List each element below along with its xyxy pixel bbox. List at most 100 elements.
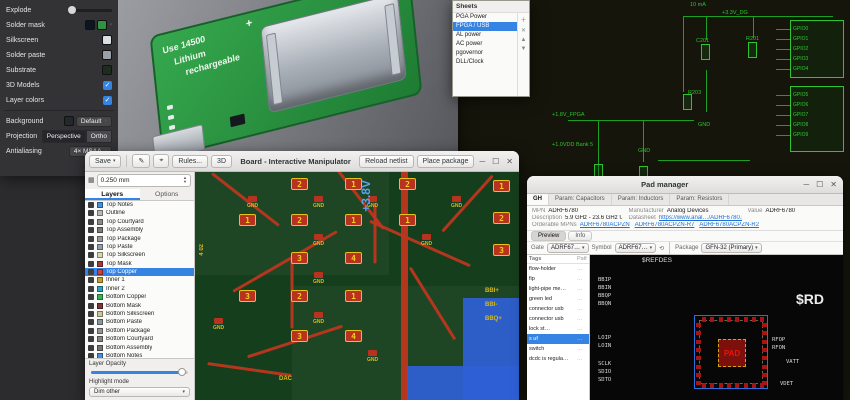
pad[interactable]: 2 <box>291 214 308 226</box>
pad[interactable]: 2 <box>493 212 510 224</box>
pool-item-row[interactable]: switch… <box>527 344 589 354</box>
layer-row[interactable]: Top Silkscreen <box>85 251 194 259</box>
spin-arrows[interactable]: ▲▼ <box>183 176 187 185</box>
solder-mask-color-swatch-2[interactable] <box>97 20 107 30</box>
pool-item-row[interactable]: dcdc is regula…… <box>527 354 589 364</box>
pad[interactable]: 3 <box>239 290 256 302</box>
sheet-list-item[interactable]: FPGA / USB <box>453 22 517 31</box>
background-color-swatch[interactable] <box>64 116 74 126</box>
save-button[interactable]: Save▾ <box>89 155 121 168</box>
layer-row[interactable]: Top Courtyard <box>85 218 194 226</box>
copper-zone[interactable] <box>407 366 519 400</box>
layer-visibility-checkbox[interactable] <box>88 277 94 283</box>
3d-models-checkbox[interactable]: ✓ <box>103 81 112 90</box>
explode-slider[interactable] <box>68 9 112 12</box>
remove-sheet-icon[interactable]: ✕ <box>521 27 526 34</box>
preview-tab[interactable]: Info <box>568 231 592 241</box>
board-canvas[interactable]: 21211342133421123GNDGNDGNDGNDGNDGNDGNDGN… <box>195 172 519 400</box>
layer-visibility-checkbox[interactable] <box>88 294 94 300</box>
layer-row[interactable]: Top Paste <box>85 243 194 251</box>
slider-knob[interactable] <box>68 6 76 14</box>
layer-visibility-checkbox[interactable] <box>88 219 94 225</box>
layer-row[interactable]: Outline <box>85 209 194 217</box>
layer-row[interactable]: Inner 1 <box>85 276 194 284</box>
close-icon[interactable]: ✕ <box>504 157 515 166</box>
solder-paste-color-swatch[interactable] <box>102 50 112 60</box>
pool-item-row[interactable]: fip… <box>527 274 589 284</box>
close-icon[interactable]: ✕ <box>828 180 839 189</box>
layer-row[interactable]: Inner 2 <box>85 285 194 293</box>
spin-down-icon[interactable]: ▼ <box>183 180 187 184</box>
gnd-pad[interactable]: GND <box>367 350 378 363</box>
3d-view-button[interactable]: 3D <box>211 155 232 168</box>
layer-row[interactable]: Bottom Mask <box>85 301 194 309</box>
schematic-component[interactable] <box>701 44 710 60</box>
pool-item-row[interactable]: connector usb… <box>527 314 589 324</box>
reload-netlist-button[interactable]: Reload netlist <box>359 155 413 168</box>
copper-trace[interactable] <box>374 204 377 264</box>
pad[interactable]: 1 <box>239 214 256 226</box>
layer-visibility-checkbox[interactable] <box>88 227 94 233</box>
pad-manager-tab[interactable]: Param: Inductors <box>612 194 671 205</box>
package-select[interactable]: GFN-32 (Primary)▾ <box>701 243 761 253</box>
minimize-icon[interactable]: ─ <box>477 157 487 166</box>
pad[interactable]: 2 <box>291 178 308 190</box>
pad-manager-tab[interactable]: Param: Resistors <box>670 194 729 205</box>
schematic-component[interactable] <box>683 94 692 110</box>
layer-visibility-checkbox[interactable] <box>88 345 94 351</box>
pad[interactable]: 2 <box>399 178 416 190</box>
sheet-list-item[interactable]: DLL/Clock <box>453 58 517 67</box>
layer-row[interactable]: Bottom Copper <box>85 293 194 301</box>
layer-visibility-checkbox[interactable] <box>88 252 94 258</box>
layer-visibility-checkbox[interactable] <box>88 328 94 334</box>
symbol-select[interactable]: ADRF67…▾ <box>615 243 657 253</box>
layer-visibility-checkbox[interactable] <box>88 244 94 250</box>
pool-item-row[interactable]: connector usb… <box>527 304 589 314</box>
schematic-component[interactable] <box>748 42 757 58</box>
substrate-color-swatch[interactable] <box>102 65 112 75</box>
layer-row[interactable]: Top Copper <box>85 268 194 276</box>
gate-select[interactable]: ADRF67…▾ <box>547 243 589 253</box>
layer-row[interactable]: Top Package <box>85 234 194 242</box>
gnd-pad[interactable]: GND <box>421 234 432 247</box>
pad[interactable]: 1 <box>493 180 510 192</box>
layer-visibility-checkbox[interactable] <box>88 286 94 292</box>
target-tool-button[interactable]: ⌖ <box>153 154 169 168</box>
gnd-pad[interactable]: GND <box>313 234 324 247</box>
pool-item-row[interactable]: lock st…… <box>527 324 589 334</box>
preview-tab[interactable]: Preview <box>531 231 566 241</box>
gnd-pad[interactable]: GND <box>451 196 462 209</box>
pad-manager-tab[interactable]: Param: Capacitors <box>549 194 612 205</box>
pad[interactable]: 4 <box>345 330 362 342</box>
place-package-button[interactable]: Place package <box>417 155 475 168</box>
copper-trace[interactable] <box>441 175 493 233</box>
layer-visibility-checkbox[interactable] <box>88 236 94 242</box>
layer-row[interactable]: Bottom Courtyard <box>85 335 194 343</box>
sheet-list-item[interactable]: PGA Power <box>453 13 517 22</box>
solder-mask-color-swatch[interactable] <box>85 20 95 30</box>
sheet-list-item[interactable]: pgovernor <box>453 49 517 58</box>
refresh-icon[interactable]: ⟲ <box>659 245 664 252</box>
projection-perspective-button[interactable]: Perspective <box>42 130 86 143</box>
silkscreen-color-swatch[interactable] <box>102 35 112 45</box>
layer-row[interactable]: Bottom Package <box>85 327 194 335</box>
projection-ortho-button[interactable]: Ortho <box>86 130 112 143</box>
layer-visibility-checkbox[interactable] <box>88 269 94 275</box>
pad[interactable]: 1 <box>345 214 362 226</box>
layer-row[interactable]: Bottom Silkscreen <box>85 310 194 318</box>
orderable-mpn-link[interactable]: ADRF6780ACPZN-R7 <box>635 222 695 228</box>
pad[interactable]: 3 <box>291 252 308 264</box>
add-sheet-icon[interactable]: ＋ <box>520 15 526 24</box>
layer-visibility-checkbox[interactable] <box>88 303 94 309</box>
layer-row[interactable]: Top Mask <box>85 260 194 268</box>
gnd-pad[interactable]: GND <box>247 196 258 209</box>
layer-colors-checkbox[interactable]: ✓ <box>103 96 112 105</box>
layer-row[interactable]: Bottom Assembly <box>85 343 194 351</box>
pad[interactable]: 3 <box>493 244 510 256</box>
pool-item-row[interactable]: light-pipe me…… <box>527 284 589 294</box>
sheet-list-item[interactable]: AL power <box>453 31 517 40</box>
rules-button[interactable]: Rules... <box>172 155 208 168</box>
edit-tool-button[interactable]: ✎ <box>132 154 150 168</box>
layer-visibility-checkbox[interactable] <box>88 319 94 325</box>
layer-visibility-checkbox[interactable] <box>88 261 94 267</box>
